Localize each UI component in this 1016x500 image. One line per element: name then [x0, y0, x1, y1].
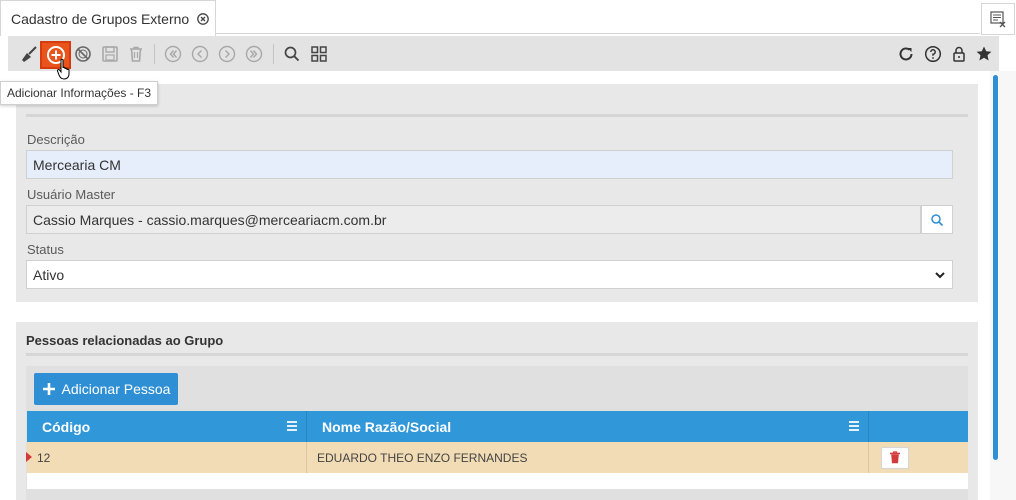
usuario-master-search-button[interactable] [921, 205, 953, 234]
tab-strip [216, 0, 980, 34]
column-header-codigo[interactable]: Código [27, 411, 307, 442]
cancel-button[interactable] [72, 43, 94, 65]
pessoas-title: Pessoas relacionadas ao Grupo [26, 333, 224, 348]
save-icon [102, 46, 118, 62]
table-empty-area [27, 473, 968, 489]
star-icon [976, 46, 992, 61]
usuario-master-label: Usuário Master [27, 187, 116, 202]
scrollbar-thumb[interactable] [993, 75, 998, 460]
tab-title: Cadastro de Grupos Externo [11, 10, 190, 27]
pessoas-grid: Adicionar Pessoa Código Nome Razão/Socia… [26, 366, 968, 500]
delete-button[interactable] [125, 43, 147, 65]
panel-divider [26, 353, 968, 356]
column-label: Código [42, 418, 91, 435]
trash-icon [890, 451, 900, 464]
refresh-button[interactable] [895, 43, 917, 65]
column-header-actions [869, 411, 968, 442]
save-button[interactable] [99, 43, 121, 65]
previous-record-button[interactable] [189, 43, 211, 65]
clear-button[interactable] [18, 43, 40, 65]
grid-icon [311, 46, 327, 62]
add-person-label: Adicionar Pessoa [61, 381, 171, 397]
status-select[interactable]: Ativo [26, 260, 953, 289]
lock-icon [953, 46, 965, 62]
row-selected-indicator [26, 452, 32, 462]
column-menu-icon[interactable] [286, 420, 298, 432]
pessoas-panel: Pessoas relacionadas ao Grupo Adicionar … [16, 322, 978, 500]
column-label: Nome Razão/Social [322, 418, 452, 435]
next-record-button[interactable] [216, 43, 238, 65]
last-record-button[interactable] [243, 43, 265, 65]
trash-icon [130, 46, 142, 62]
group-panel: Descrição Mercearia CM Usuário Master Ca… [16, 84, 978, 302]
close-icon[interactable] [197, 12, 210, 25]
table-header: Código Nome Razão/Social [27, 411, 968, 442]
refresh-icon [899, 47, 913, 61]
search-button[interactable] [281, 43, 303, 65]
table-row[interactable]: 12 EDUARDO THEO ENZO FERNANDES [26, 442, 968, 473]
ban-icon [75, 46, 91, 62]
usuario-master-field[interactable]: Cassio Marques - cassio.marques@merceari… [26, 205, 921, 234]
favorite-button[interactable] [973, 43, 995, 65]
toolbar [8, 36, 999, 71]
cell-actions [869, 442, 968, 473]
help-icon [924, 45, 942, 63]
usuario-master-value: Cassio Marques - cassio.marques@merceari… [33, 211, 387, 228]
panel-divider [26, 114, 968, 117]
cell-codigo: 12 [27, 442, 307, 473]
grid-view-button[interactable] [308, 43, 330, 65]
tab-cadastro-grupos[interactable]: Cadastro de Grupos Externo [0, 0, 216, 36]
lock-button[interactable] [948, 43, 970, 65]
add-person-button[interactable]: Adicionar Pessoa [34, 373, 178, 405]
chevron-right-icon [218, 45, 236, 63]
content-area: Descrição Mercearia CM Usuário Master Ca… [0, 71, 990, 500]
delete-row-button[interactable] [881, 446, 909, 469]
first-icon [164, 45, 182, 63]
status-value: Ativo [33, 266, 65, 283]
tab-bar: Cadastro de Grupos Externo [0, 0, 1016, 36]
hand-cursor-icon [57, 58, 70, 80]
window-list-icon [990, 11, 1006, 28]
pessoas-table: Código Nome Razão/Social 12 EDUARDO THEO… [26, 411, 968, 489]
chevron-down-icon [935, 272, 945, 279]
cell-nome: EDUARDO THEO ENZO FERNANDES [307, 442, 869, 473]
first-record-button[interactable] [162, 43, 184, 65]
column-header-nome[interactable]: Nome Razão/Social [307, 411, 869, 442]
descricao-label: Descrição [27, 132, 85, 147]
search-icon [284, 46, 300, 62]
last-icon [245, 45, 263, 63]
plus-icon [42, 383, 55, 395]
descricao-field[interactable]: Mercearia CM [26, 150, 953, 179]
broom-icon [22, 46, 37, 62]
toolbar-separator [154, 44, 155, 64]
help-button[interactable] [922, 43, 944, 65]
chevron-left-icon [191, 45, 209, 63]
toolbar-separator [273, 44, 274, 64]
column-menu-icon[interactable] [848, 420, 860, 432]
status-label: Status [27, 242, 64, 257]
descricao-value: Mercearia CM [33, 156, 121, 173]
add-tooltip: Adicionar Informações - F3 [0, 81, 159, 105]
search-icon [931, 213, 944, 226]
tabs-menu-button[interactable] [981, 3, 1015, 35]
